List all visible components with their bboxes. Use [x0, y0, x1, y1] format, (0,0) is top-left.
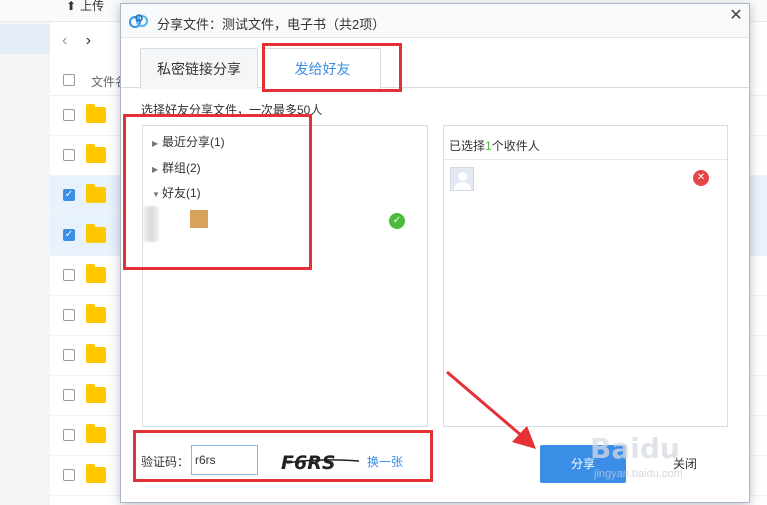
dialog-titlebar: 分享文件：测试文件，电子书（共2项） ✕ — [121, 4, 749, 38]
annotation-box-friend-tree — [123, 114, 312, 270]
folder-icon — [86, 264, 106, 283]
row-checkbox[interactable] — [63, 349, 75, 361]
row-checkbox[interactable] — [63, 429, 75, 441]
row-checkbox[interactable]: ✓ — [63, 229, 75, 241]
tab-bar: 私密链接分享 发给好友 — [121, 38, 749, 90]
tab-private-link[interactable]: 私密链接分享 — [140, 48, 258, 89]
recipients-count: 1 — [485, 139, 492, 153]
folder-icon — [86, 144, 106, 163]
folder-icon — [86, 184, 106, 203]
sidebar-selected-item[interactable] — [0, 24, 50, 54]
row-checkbox[interactable] — [63, 469, 75, 481]
watermark-sub: jingyan.baidu.com — [594, 468, 683, 480]
row-checkbox[interactable]: ✓ — [63, 189, 75, 201]
row-checkbox[interactable] — [63, 389, 75, 401]
folder-icon — [86, 384, 106, 403]
watermark-text: Baidu — [590, 432, 680, 465]
row-checkbox[interactable] — [63, 309, 75, 321]
folder-icon — [86, 344, 106, 363]
dialog-close-icon[interactable]: ✕ — [727, 7, 745, 25]
row-checkbox[interactable] — [63, 149, 75, 161]
folder-icon — [86, 104, 106, 123]
baidu-watermark: Baidu jingyan.baidu.com — [578, 424, 728, 494]
row-checkbox[interactable] — [63, 109, 75, 121]
row-checkbox[interactable] — [63, 269, 75, 281]
folder-icon — [86, 304, 106, 323]
left-sidebar — [0, 22, 50, 505]
selected-recipients-panel: 已选择1个收件人 ✕ — [443, 125, 728, 427]
baidu-cloud-logo-icon — [129, 14, 148, 28]
select-all-checkbox[interactable] — [63, 74, 75, 86]
selected-check-icon[interactable]: ✓ — [389, 213, 405, 229]
upload-icon: ⬆ — [66, 0, 77, 13]
upload-button[interactable]: ⬆ 上传 — [66, 0, 104, 16]
recipients-prefix: 已选择 — [449, 139, 486, 153]
nav-arrows: ‹ › — [62, 32, 105, 50]
dialog-title: 分享文件：测试文件，电子书（共2项） — [157, 17, 386, 32]
remove-recipient-icon[interactable]: ✕ — [693, 170, 709, 186]
annotation-box-captcha — [133, 430, 433, 482]
recipient-avatar — [450, 167, 474, 191]
back-icon[interactable]: ‹ — [62, 32, 67, 49]
annotation-box-tab — [262, 43, 402, 92]
folder-icon — [86, 424, 106, 443]
recipients-suffix: 个收件人 — [491, 139, 540, 153]
folder-icon — [86, 224, 106, 243]
forward-icon[interactable]: › — [86, 32, 91, 49]
folder-icon — [86, 464, 106, 483]
recipients-header: 已选择1个收件人 — [444, 126, 727, 160]
